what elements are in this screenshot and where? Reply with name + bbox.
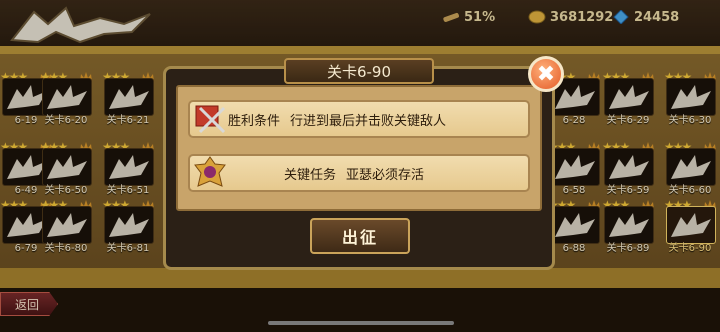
crossed-swords-flag-icon (195, 105, 226, 134)
mission-text: 亚瑟必须存活 (346, 167, 425, 183)
key-mission-row: 关键任务 亚瑟必须存活 (188, 154, 530, 192)
start-battle-button[interactable]: 出征 (310, 218, 410, 254)
victory-label: 胜利条件 (228, 113, 281, 129)
victory-condition-row: 胜利条件 行进到最后并击败关键敌人 (188, 100, 530, 138)
start-battle-label: 出征 (341, 228, 378, 247)
mission-label: 关键任务 (284, 167, 337, 183)
dialog-title-text: 关卡6-90 (326, 62, 392, 81)
victory-text: 行进到最后并击败关键敌人 (290, 113, 447, 129)
close-button[interactable]: ✖ (528, 56, 564, 92)
hero-badge-icon (194, 156, 226, 187)
dialog-title: 关卡6-90 (284, 58, 434, 84)
close-icon: ✖ (536, 61, 556, 87)
